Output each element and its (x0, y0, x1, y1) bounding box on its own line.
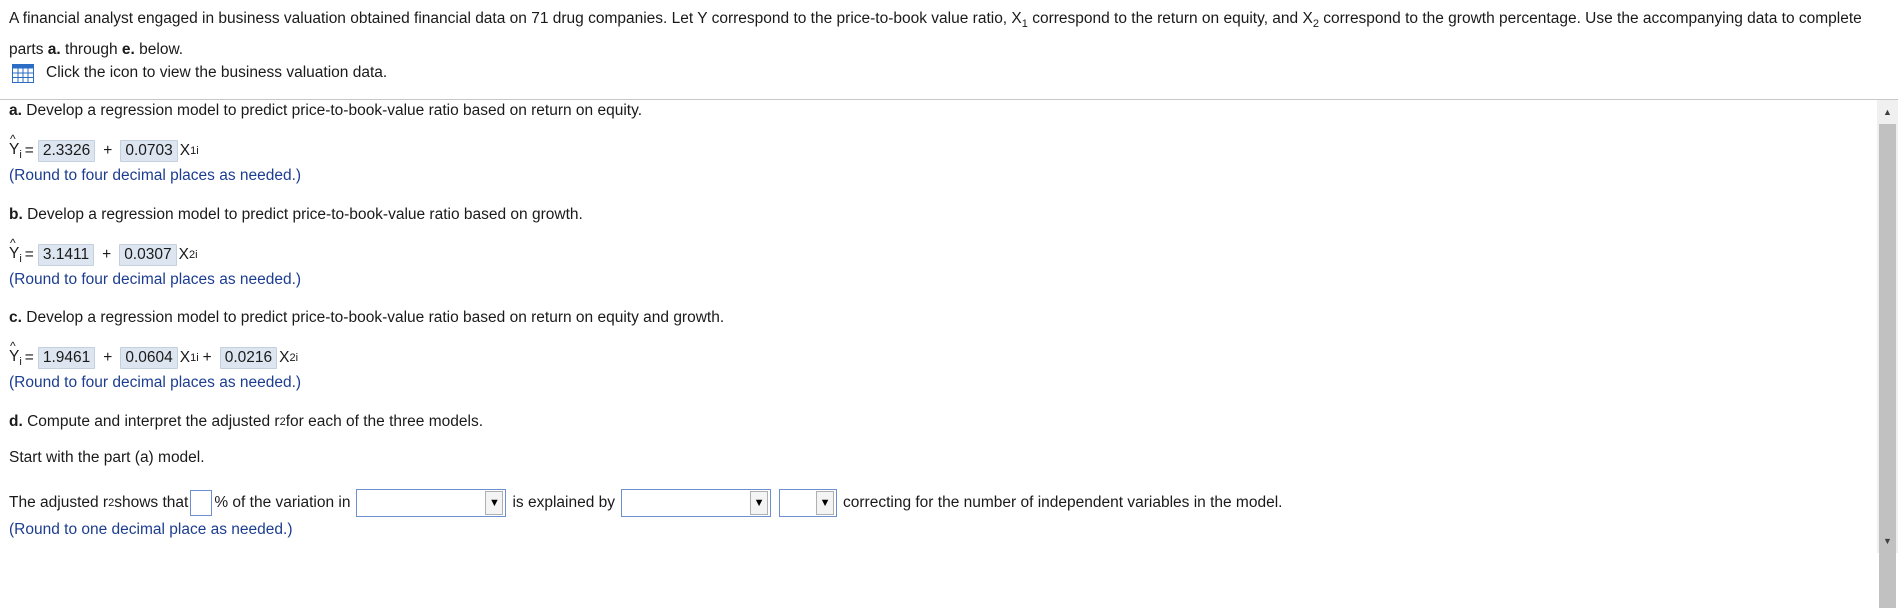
intercept-answer[interactable]: 1.9461 (37, 347, 96, 369)
intro-text: through (60, 41, 122, 59)
variable: X (178, 246, 189, 263)
part-b-equation: ^ Yi = 3.1411 + 0.0307 X 2i (9, 235, 198, 266)
intro-bold: a. (47, 41, 61, 59)
question-text: Develop a regression model to predict pr… (26, 309, 725, 326)
percent-input[interactable] (190, 490, 213, 516)
equals-sign: = (24, 246, 34, 263)
intercept-answer[interactable]: 2.3326 (37, 140, 96, 162)
part-c-question: c. Develop a regression model to predict… (9, 309, 724, 327)
slope2-answer[interactable]: 0.0216 (219, 347, 278, 369)
scroll-up-icon[interactable]: ▲ (1877, 102, 1898, 122)
intro-bold: e. (121, 41, 135, 59)
scroll-down-icon[interactable]: ▼ (1877, 531, 1898, 551)
data-link-label[interactable]: Click the icon to view the business valu… (46, 64, 387, 82)
dependent-variable-dropdown[interactable]: ▼ (356, 489, 507, 517)
intro-text: below. (134, 41, 184, 59)
variable: X (179, 142, 191, 159)
y-hat: ^ Yi (9, 235, 22, 266)
independent-variable-dropdown[interactable]: ▼ (621, 489, 772, 517)
vertical-scrollbar[interactable]: ▲ ▼ (1877, 100, 1898, 608)
part-d-hint: (Round to one decimal place as needed.) (9, 521, 293, 538)
intro-text: A financial analyst engaged in business … (9, 10, 1022, 27)
y-hat: ^ Yi (9, 131, 22, 162)
equals-sign: = (24, 349, 34, 366)
slope-answer[interactable]: 0.0703 (120, 140, 178, 162)
variable: X (179, 349, 191, 366)
part-a-equation: ^ Yi = 2.3326 + 0.0703 X 1i (9, 131, 199, 162)
part-d-question: d. Compute and interpret the adjusted r2… (9, 413, 483, 430)
part-d-start: Start with the part (a) model. (9, 449, 205, 466)
part-label: d. (9, 413, 23, 430)
intro-text: correspond to the return on equity, and … (1027, 10, 1313, 27)
slope-answer[interactable]: 0.0307 (119, 244, 177, 266)
plus-sign: + (202, 349, 212, 366)
part-b-question: b. Develop a regression model to predict… (9, 206, 583, 224)
data-link-row: Click the icon to view the business valu… (12, 63, 387, 83)
table-grid-icon[interactable] (12, 63, 34, 83)
question-content: a. Develop a regression model to predict… (9, 100, 1869, 553)
plus-sign: + (103, 349, 113, 366)
part-label: b. (9, 206, 23, 223)
chevron-down-icon: ▼ (750, 491, 769, 515)
part-b-hint: (Round to four decimal places as needed.… (9, 271, 302, 288)
problem-statement: A financial analyst engaged in business … (9, 6, 1890, 63)
y-hat: ^ Yi (9, 338, 22, 369)
part-a-question: a. Develop a regression model to predict… (9, 102, 642, 120)
part-d-answer-sentence: The adjusted r2 shows that % of the vari… (9, 489, 1282, 517)
equals-sign: = (24, 142, 34, 159)
qualifier-dropdown[interactable]: ▼ (779, 489, 838, 517)
intercept-answer[interactable]: 3.1411 (37, 244, 95, 266)
plus-sign: + (103, 142, 113, 159)
part-label: a. (9, 102, 22, 119)
part-label: c. (9, 309, 22, 326)
question-text: Develop a regression model to predict pr… (27, 206, 583, 223)
question-text: Compute and interpret the adjusted r (27, 413, 280, 430)
part-a-hint: (Round to four decimal places as needed.… (9, 167, 302, 184)
chevron-down-icon: ▼ (485, 491, 504, 515)
chevron-down-icon: ▼ (816, 491, 835, 515)
plus-sign: + (102, 246, 112, 263)
part-c-equation: ^ Yi = 1.9461 + 0.0604 X 1i + 0.0216 X 2i (9, 338, 299, 369)
question-text: Develop a regression model to predict pr… (26, 102, 642, 119)
slope1-answer[interactable]: 0.0604 (120, 347, 178, 369)
part-c-hint: (Round to four decimal places as needed.… (9, 374, 302, 391)
question-text: for each of the three models. (285, 413, 483, 430)
variable: X (279, 349, 290, 366)
